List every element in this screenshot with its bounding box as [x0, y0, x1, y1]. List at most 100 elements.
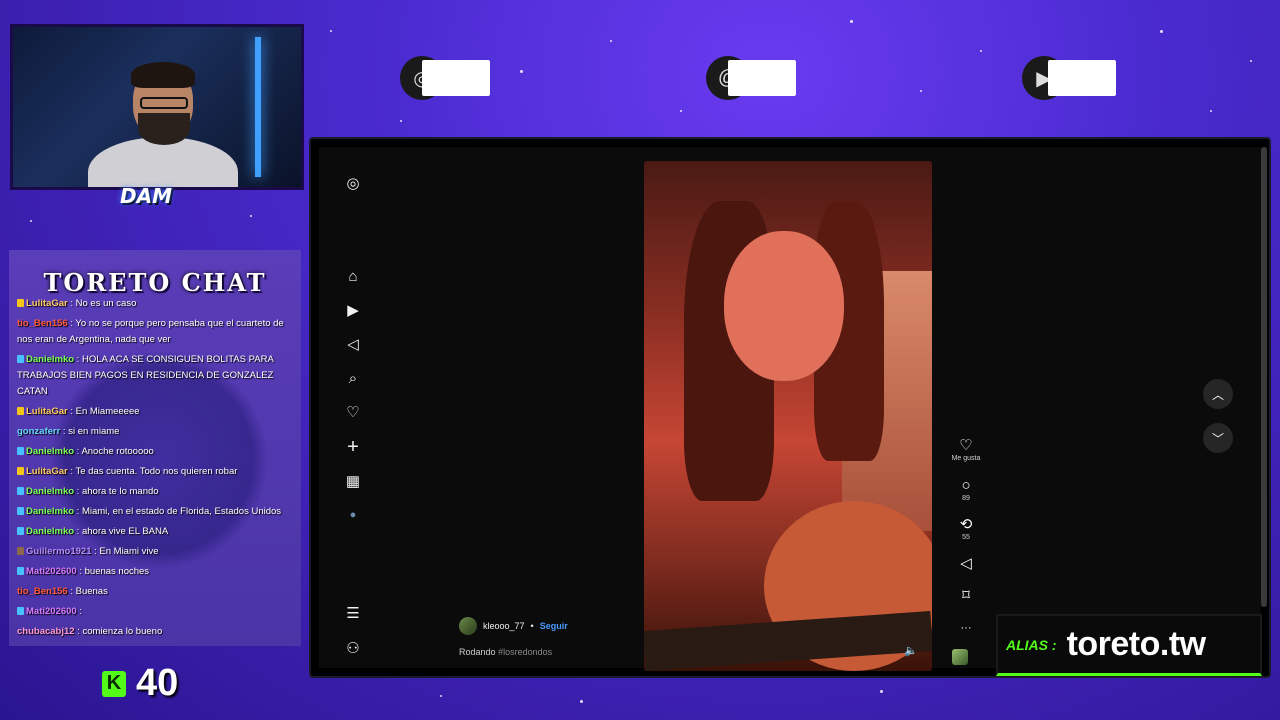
- chat-username[interactable]: LulitaGar: [26, 466, 68, 477]
- more-options-button[interactable]: ···: [946, 620, 986, 636]
- audio-thumbnail[interactable]: [952, 649, 968, 665]
- share-icon: ◁: [960, 555, 972, 572]
- stream-chat-panel: TORETO CHAT LulitaGar : No es un caso tio…: [9, 250, 301, 646]
- chat-text: : buenas noches: [76, 566, 150, 577]
- search-icon[interactable]: ⌕: [337, 366, 369, 390]
- reel-caption: Rodando #losredondos: [459, 647, 552, 657]
- chat-message: LulitaGar : Te das cuenta. Todo nos quie…: [17, 464, 293, 480]
- chat-username[interactable]: Danielmko: [26, 526, 74, 537]
- reel-video[interactable]: 🔈: [644, 161, 932, 671]
- browser-window: ◎ ⌂ ▶ ◁ ⌕ ♡ + ▦ ● ☰ ⚇ 🔈 kleooo_77 • Segu…: [309, 137, 1271, 678]
- chat-message: chubacabj12 : comienza lo bueno: [17, 624, 293, 640]
- reels-icon[interactable]: ▶: [337, 298, 369, 322]
- chat-text: : ahora te lo mando: [74, 486, 159, 497]
- chat-username[interactable]: Mati202600: [26, 566, 77, 577]
- previous-reel-button[interactable]: ︿: [1203, 379, 1233, 409]
- author-separator: •: [530, 621, 534, 631]
- chat-text: : Te das cuenta. Todo nos quieren robar: [67, 466, 238, 477]
- user-badge-icon: [17, 507, 24, 516]
- chat-username[interactable]: tio_Ben156: [17, 586, 68, 597]
- comment-icon: ○: [961, 477, 971, 494]
- chat-username[interactable]: Danielmko: [26, 506, 74, 517]
- chat-username[interactable]: gonzaferr: [17, 426, 60, 437]
- alias-banner: ALIAS : toreto.tw: [996, 614, 1262, 676]
- user-badge-icon: [17, 567, 24, 576]
- social-badge-threads: @: [706, 56, 798, 100]
- like-button[interactable]: ♡ Me gusta: [946, 438, 986, 463]
- streamer-logo: DAM: [120, 184, 172, 208]
- next-reel-button[interactable]: ﹀: [1203, 423, 1233, 453]
- chevron-down-icon: ﹀: [1211, 431, 1224, 446]
- chevron-up-icon: ︿: [1211, 387, 1224, 402]
- share-button[interactable]: ◁: [946, 556, 986, 572]
- chat-username[interactable]: Danielmko: [26, 446, 74, 457]
- chat-username[interactable]: Mati202600: [26, 606, 77, 617]
- alias-value: toreto.tw: [1066, 625, 1207, 663]
- chat-username[interactable]: LulitaGar: [26, 298, 68, 309]
- chat-username[interactable]: Danielmko: [26, 486, 74, 497]
- chat-message: Guillermo1921 : En Miami vive: [17, 544, 293, 560]
- instagram-logo-icon[interactable]: ◎: [337, 171, 369, 195]
- chat-username[interactable]: Danielmko: [26, 354, 74, 365]
- viewer-count: 40: [136, 662, 179, 704]
- chat-text: : En Miami vive: [91, 546, 159, 557]
- kick-icon: K: [102, 670, 126, 697]
- chat-text: : No es un caso: [67, 298, 137, 309]
- user-badge-icon: [17, 487, 24, 496]
- caption-hashtag[interactable]: #losredondos: [498, 647, 552, 657]
- webcam-feed: [10, 24, 304, 190]
- social-badge-instagram: ◎: [400, 56, 492, 100]
- chat-message: gonzaferr : si en miame: [17, 424, 293, 440]
- notifications-icon[interactable]: ♡: [337, 400, 369, 424]
- repost-icon: ⟲: [959, 516, 973, 533]
- follow-button[interactable]: Seguir: [540, 621, 568, 631]
- profile-icon[interactable]: ●: [337, 503, 369, 527]
- save-button[interactable]: ⌑: [946, 588, 986, 604]
- chat-username[interactable]: LulitaGar: [26, 406, 68, 417]
- chat-text: : Anoche rotooooo: [74, 446, 154, 457]
- user-badge-icon: [17, 607, 24, 616]
- user-badge-icon: [17, 447, 24, 456]
- chat-message: Mati202600 :: [17, 604, 293, 620]
- chat-text: : Miami, en el estado de Florida, Estado…: [74, 506, 282, 517]
- chat-message: Danielmko : HOLA ACA SE CONSIGUEN BOLITA…: [17, 352, 293, 400]
- social-badge-youtube: ▶: [1022, 56, 1116, 100]
- chat-message: Danielmko : Miami, en el estado de Flori…: [17, 504, 293, 520]
- author-username[interactable]: kleooo_77: [483, 621, 525, 631]
- alias-label: ALIAS :: [1006, 636, 1057, 653]
- home-icon[interactable]: ⌂: [337, 264, 369, 288]
- user-badge-icon: [17, 299, 24, 308]
- also-from-meta-icon[interactable]: ⚇: [337, 636, 369, 660]
- chat-message: Mati202600 : buenas noches: [17, 564, 293, 580]
- caption-text: Rodando: [459, 647, 496, 657]
- chat-username[interactable]: Guillermo1921: [26, 546, 91, 557]
- chat-message: Danielmko : ahora te lo mando: [17, 484, 293, 500]
- instagram-reels-page: ◎ ⌂ ▶ ◁ ⌕ ♡ + ▦ ● ☰ ⚇ 🔈 kleooo_77 • Segu…: [319, 147, 1261, 671]
- repost-button[interactable]: ⟲ 55: [946, 516, 986, 542]
- chat-text: : si en miame: [60, 426, 120, 437]
- chat-message: Danielmko : ahora vive EL BANA: [17, 524, 293, 540]
- user-badge-icon: [17, 547, 24, 556]
- chat-message: LulitaGar : En Miameeeee: [17, 404, 293, 420]
- user-badge-icon: [17, 355, 24, 364]
- chat-text: : Buenas: [67, 586, 108, 597]
- create-icon[interactable]: +: [337, 435, 369, 459]
- chat-username[interactable]: chubacabj12: [17, 626, 75, 637]
- more-menu-icon[interactable]: ☰: [337, 601, 369, 625]
- chat-message: tio_Ben156 : Buenas: [17, 584, 293, 600]
- chat-title: TORETO CHAT: [43, 268, 267, 297]
- volume-icon[interactable]: 🔈: [904, 644, 918, 657]
- more-icon: ···: [960, 622, 972, 634]
- bookmark-icon: ⌑: [962, 587, 970, 604]
- chat-text: : En Miameeeee: [67, 406, 140, 417]
- comments-count: 89: [962, 495, 970, 502]
- kick-viewer-count: K 40: [102, 662, 178, 705]
- dashboard-icon[interactable]: ▦: [337, 469, 369, 493]
- chat-text: :: [76, 606, 82, 617]
- page-scrollbar[interactable]: [1261, 147, 1267, 607]
- comment-button[interactable]: ○ 89: [946, 477, 986, 503]
- chat-username[interactable]: tio_Ben156: [17, 318, 68, 329]
- author-avatar[interactable]: [459, 617, 477, 635]
- user-badge-icon: [17, 527, 24, 536]
- messages-icon[interactable]: ◁: [337, 332, 369, 356]
